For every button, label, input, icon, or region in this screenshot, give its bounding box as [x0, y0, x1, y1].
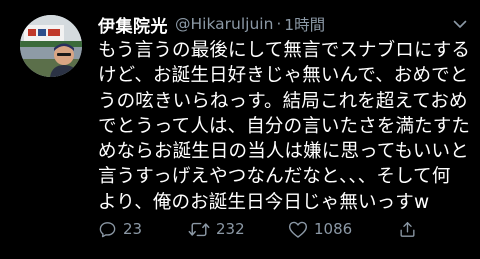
tweet[interactable]: 伊集院光 @Hikaruljuin · 1時間 もう言うの最後にして無言でスナブ…: [0, 0, 480, 259]
reply-icon: [99, 221, 116, 237]
tweet-text-line: けど、お誕生日好きじゃ無いんで、おめでと: [98, 65, 469, 87]
tweet-text: もう言うの最後にして無言でスナブロにする けど、お誕生日好きじゃ無いんで、おめで…: [98, 38, 474, 215]
like-count: 1086: [314, 220, 353, 238]
user-handle[interactable]: @Hikaruljuin: [175, 15, 273, 33]
tweet-text-line: でとうって人は、自分の言いたさを満たすた: [98, 115, 471, 137]
retweet-button[interactable]: 232: [188, 218, 245, 240]
retweet-count: 232: [216, 220, 245, 238]
tweet-text-line: 言うすっげえやつなんだなと、、、そして何: [98, 166, 451, 188]
tweet-text-line: もう言うの最後にして無言でスナブロにする: [98, 40, 471, 61]
retweet-icon: [188, 222, 210, 236]
display-name[interactable]: 伊集院光: [98, 12, 168, 37]
share-icon: [400, 221, 415, 237]
tweet-text-line: より、俺のお誕生日今日じゃ無いっすw: [98, 191, 430, 213]
tweet-actions: 23 232 1086: [98, 218, 468, 240]
chevron-down-icon[interactable]: [452, 16, 468, 32]
tweet-text-line: めならお誕生日の当人は嫌に思ってもいいと: [98, 141, 469, 163]
tweet-text-line: うの呟きいらねっす。結局これを超えておめ: [98, 90, 468, 112]
timestamp[interactable]: 1時間: [284, 13, 325, 35]
reply-button[interactable]: 23: [98, 218, 142, 240]
share-button[interactable]: [398, 218, 417, 240]
heart-icon: [288, 221, 308, 238]
separator-dot: ·: [276, 15, 282, 33]
tweet-header: 伊集院光 @Hikaruljuin · 1時間: [98, 11, 325, 37]
avatar[interactable]: [20, 15, 82, 77]
profile-photo-icon: [20, 15, 82, 77]
reply-count: 23: [123, 220, 143, 238]
like-button[interactable]: 1086: [288, 218, 352, 240]
